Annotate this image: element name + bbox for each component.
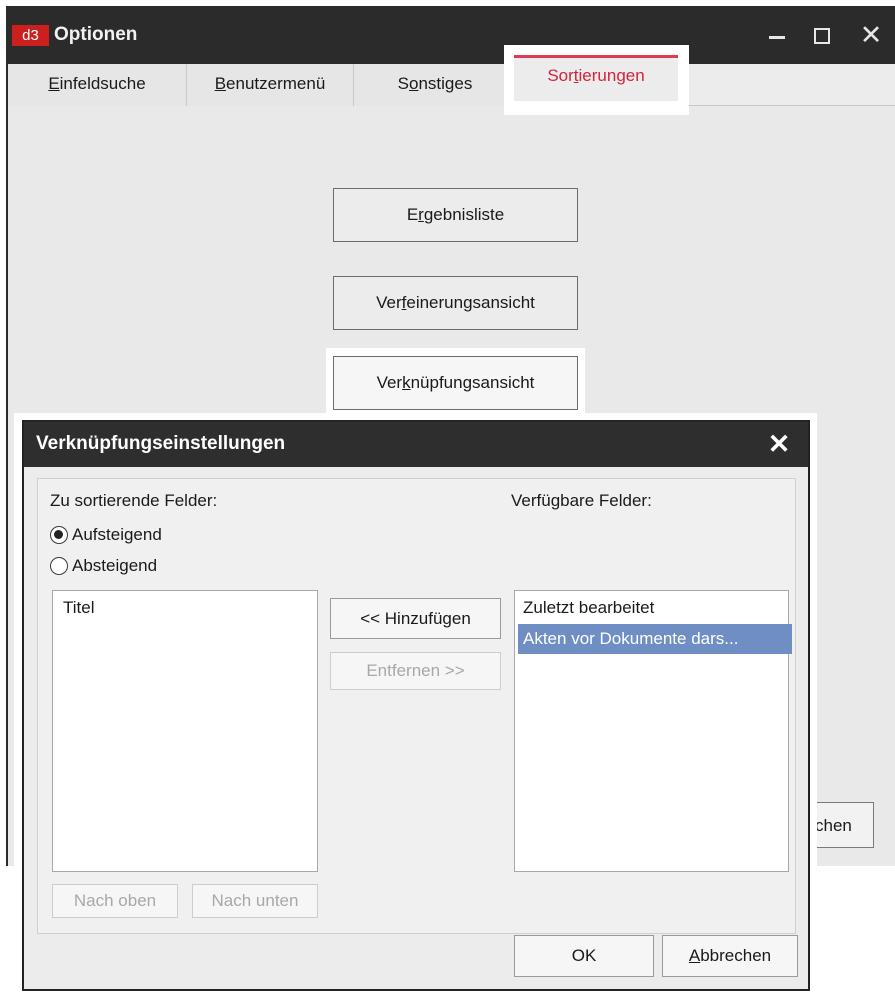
sort-fields-list[interactable]: Titel [52,590,318,872]
available-fields-label: Verfügbare Felder: [511,491,652,510]
move-up-button[interactable]: Nach oben [52,884,178,918]
minimize-icon [769,36,785,39]
sort-fields-label: Zu sortierende Felder: [50,491,218,510]
list-item-selected[interactable]: Akten vor Dokumente dars... [518,624,792,654]
list-item[interactable]: Zuletzt bearbeitet [515,594,794,622]
radio-selected-dot [54,530,63,539]
options-title-bar[interactable]: d3 Optionen ✕ [6,6,895,64]
cancel-button[interactable]: Abbrechen [662,935,798,977]
descending-label[interactable]: Absteigend [72,555,157,577]
close-icon: ✕ [859,20,883,50]
maximize-button[interactable] [803,19,841,51]
dialog-title-bar[interactable]: Verknüpfungseinstellungen ✕ [24,422,808,467]
tab-sortierungen[interactable]: Sortierungen [514,55,678,101]
dialog-title: Verknüpfungseinstellungen [36,433,286,454]
available-fields-list[interactable]: Zuletzt bearbeitet Akten vor Dokumente d… [514,590,792,872]
move-down-button[interactable]: Nach unten [192,884,318,918]
tab-strip: Einfeldsuche Benutzermenü Sonstiges [8,64,895,155]
add-button[interactable]: << Hinzufügen [330,598,501,639]
ascending-radio[interactable] [50,526,68,544]
maximize-icon [814,28,830,44]
verfeinerungsansicht-button[interactable]: Verfeinerungsansicht [333,276,578,330]
verknuepfungsansicht-button[interactable]: Verknüpfungsansicht [333,356,578,410]
tab-sonstiges[interactable]: Sonstiges [354,64,516,106]
window-title: Optionen [54,24,138,45]
ascending-label[interactable]: Aufsteigend [72,524,162,546]
tab-benutzermenue[interactable]: Benutzermenü [187,64,354,106]
tab-einfeldsuche[interactable]: Einfeldsuche [8,64,187,106]
remove-button[interactable]: Entfernen >> [330,652,501,690]
list-item[interactable]: Titel [53,594,325,622]
ok-button[interactable]: OK [514,935,654,977]
descending-radio[interactable] [50,557,68,575]
minimize-button[interactable] [758,19,796,51]
close-icon: ✕ [767,429,791,459]
close-window-button[interactable]: ✕ [852,19,890,51]
ergebnisliste-button[interactable]: Ergebnisliste [333,188,578,242]
dialog-close-button[interactable]: ✕ [761,426,797,462]
app-logo: d3 [12,25,49,46]
